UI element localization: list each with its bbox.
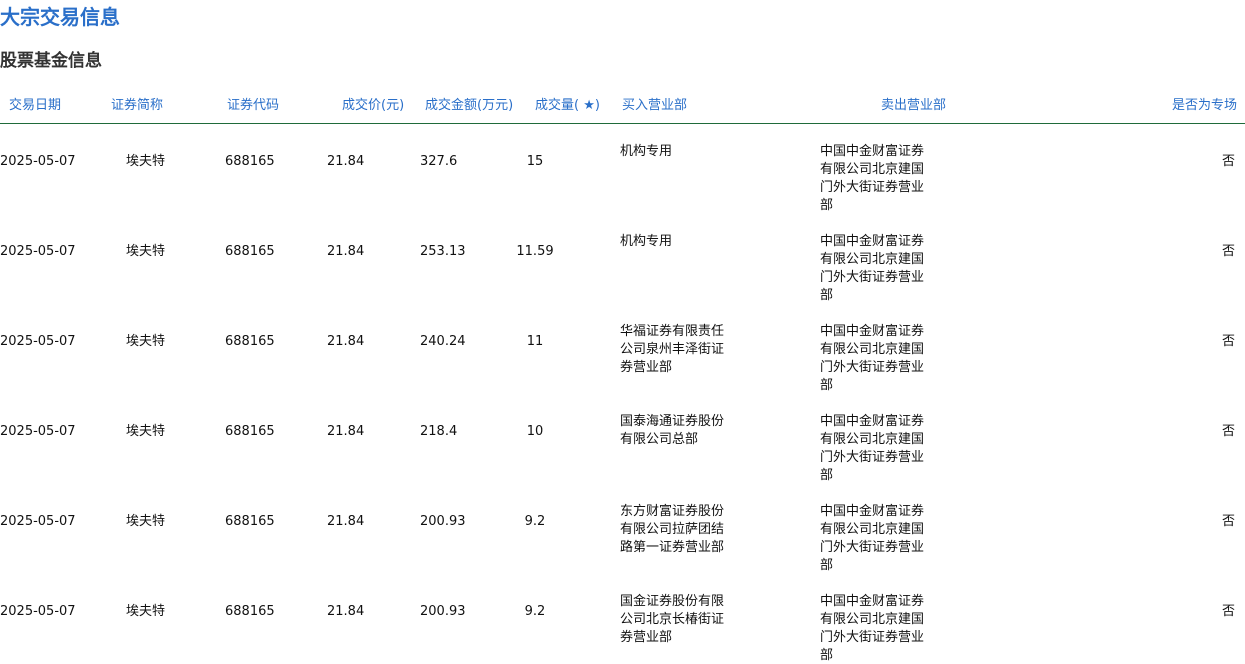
table-row: 2025-05-07 埃夫特 688165 21.84 327.6 15 机构专用 中国中金财… [0,143,1245,233]
cell-buyer: 机构专用 [620,234,673,249]
col-header-volume[interactable]: 成交量( ★) [535,97,600,115]
cell-code: 688165 [225,604,275,619]
col-header-seller[interactable]: 卖出营业部 [881,97,946,115]
cell-special: 否 [1221,334,1235,349]
cell-volume: 15 [526,154,544,169]
cell-special: 否 [1221,244,1235,259]
cell-date: 2025-05-07 [0,244,76,259]
cell-buyer: 东方财富证券股份有限公司拉萨团结路第一证券营业部 [620,504,725,555]
cell-code: 688165 [225,244,275,259]
cell-amount: 200.93 [420,604,466,619]
section-title: 股票基金信息 [0,51,102,71]
cell-volume: 11.59 [516,244,554,259]
cell-seller: 中国中金财富证券有限公司北京建国门外大街证券营业部 [820,234,925,303]
cell-volume: 9.2 [524,514,546,529]
col-header-name[interactable]: 证券简称 [111,97,163,115]
cell-buyer: 华福证券有限责任公司泉州丰泽街证券营业部 [620,324,725,375]
page-title: 大宗交易信息 [0,5,120,29]
cell-name: 埃夫特 [126,514,166,529]
cell-amount: 218.4 [420,424,458,439]
cell-amount: 200.93 [420,514,466,529]
col-header-code[interactable]: 证券代码 [227,97,279,115]
cell-special: 否 [1221,604,1235,619]
table-header: 交易日期 证券简称 证券代码 成交价(元) 成交金额(万元) 成交量( ★) 买… [0,93,1245,124]
cell-price: 21.84 [327,334,365,349]
col-header-date[interactable]: 交易日期 [9,97,61,115]
cell-volume: 10 [526,424,544,439]
cell-code: 688165 [225,154,275,169]
cell-date: 2025-05-07 [0,604,76,619]
cell-date: 2025-05-07 [0,514,76,529]
cell-code: 688165 [225,424,275,439]
cell-price: 21.84 [327,244,365,259]
cell-seller: 中国中金财富证券有限公司北京建国门外大街证券营业部 [820,594,925,663]
cell-buyer: 国泰海通证券股份有限公司总部 [620,414,725,447]
cell-amount: 327.6 [420,154,458,169]
cell-seller: 中国中金财富证券有限公司北京建国门外大街证券营业部 [820,504,925,573]
table-row: 2025-05-07 埃夫特 688165 21.84 253.13 11.59 机构专用 中… [0,233,1245,323]
cell-price: 21.84 [327,154,365,169]
cell-buyer: 机构专用 [620,144,673,159]
table-row: 2025-05-07 埃夫特 688165 21.84 200.93 9.2 东方财富证券股… [0,503,1245,593]
cell-name: 埃夫特 [126,334,166,349]
cell-special: 否 [1221,424,1235,439]
table-row: 2025-05-07 埃夫特 688165 21.84 240.24 11 华福证券有限责任… [0,323,1245,413]
cell-seller: 中国中金财富证券有限公司北京建国门外大街证券营业部 [820,324,925,393]
cell-name: 埃夫特 [126,424,166,439]
cell-code: 688165 [225,334,275,349]
cell-seller: 中国中金财富证券有限公司北京建国门外大街证券营业部 [820,144,925,213]
col-header-special[interactable]: 是否为专场 [1172,97,1237,115]
cell-date: 2025-05-07 [0,424,76,439]
cell-special: 否 [1221,154,1235,169]
cell-name: 埃夫特 [126,604,166,619]
table-row: 2025-05-07 埃夫特 688165 21.84 200.93 9.2 国金证券股份有… [0,593,1245,664]
cell-price: 21.84 [327,514,365,529]
cell-name: 埃夫特 [126,244,166,259]
cell-name: 埃夫特 [126,154,166,169]
cell-amount: 253.13 [420,244,466,259]
col-header-buyer[interactable]: 买入营业部 [622,97,687,115]
cell-date: 2025-05-07 [0,154,76,169]
cell-buyer: 国金证券股份有限公司北京长椿街证券营业部 [620,594,725,645]
table-row: 2025-05-07 埃夫特 688165 21.84 218.4 10 国泰海通证券股份有… [0,413,1245,503]
cell-date: 2025-05-07 [0,334,76,349]
col-header-amount[interactable]: 成交金额(万元) [425,97,513,115]
cell-price: 21.84 [327,424,365,439]
cell-amount: 240.24 [420,334,466,349]
block-trade-page: 大宗交易信息 股票基金信息 交易日期 证券简称 证券代码 成交价(元) 成交金额… [0,0,1245,664]
cell-seller: 中国中金财富证券有限公司北京建国门外大街证券营业部 [820,414,925,483]
cell-price: 21.84 [327,604,365,619]
cell-special: 否 [1221,514,1235,529]
cell-code: 688165 [225,514,275,529]
cell-volume: 11 [526,334,544,349]
col-header-price[interactable]: 成交价(元) [342,97,404,115]
cell-volume: 9.2 [524,604,546,619]
